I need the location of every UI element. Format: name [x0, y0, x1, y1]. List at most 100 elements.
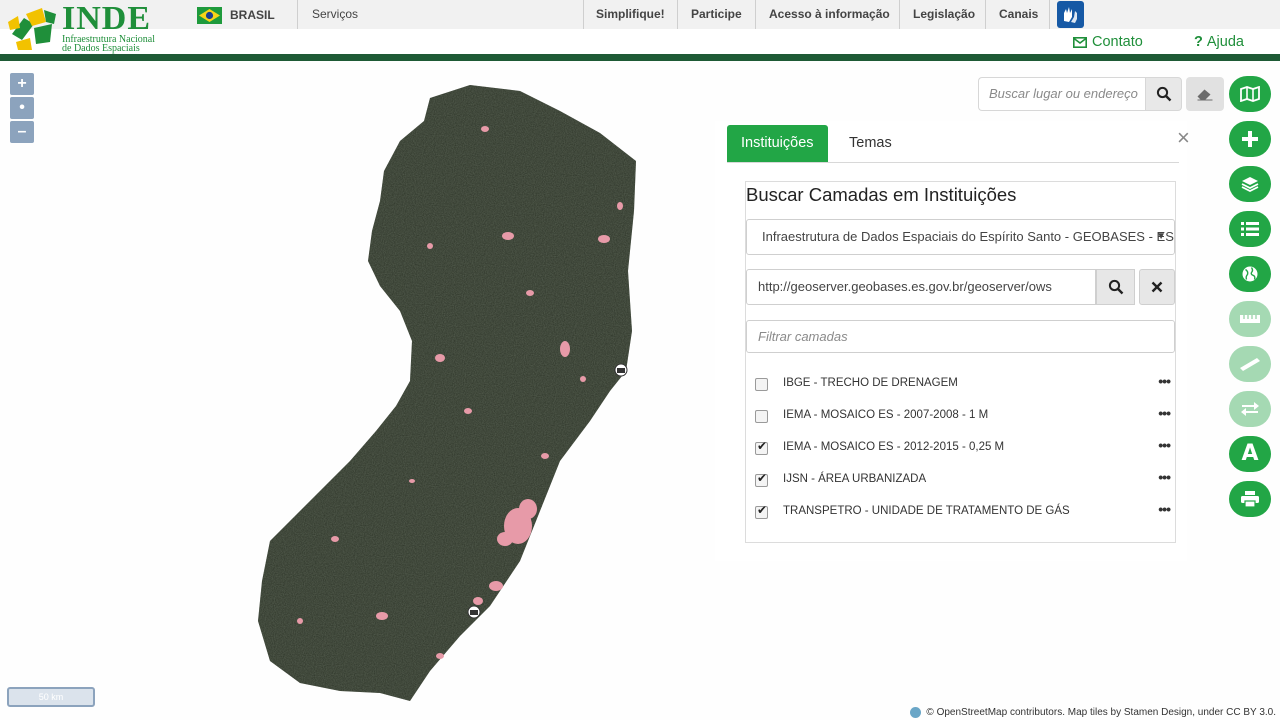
gas-unit-marker-icon[interactable]: [467, 605, 481, 619]
filter-layers-input[interactable]: Filtrar camadas: [746, 320, 1175, 353]
map-attribution: © OpenStreetMap contributors. Map tiles …: [910, 707, 1276, 718]
attribution-text: © OpenStreetMap contributors. Map tiles …: [926, 707, 1276, 718]
more-options-icon[interactable]: •••: [1158, 501, 1171, 517]
zoom-out-button[interactable]: –: [10, 121, 34, 143]
divider: [1049, 0, 1050, 29]
logo-wordmark: INDE: [62, 0, 152, 37]
close-icon: [1151, 281, 1163, 293]
nav-participe[interactable]: Participe: [691, 0, 742, 29]
check-icon: ✔: [757, 439, 768, 453]
measure-distance-button[interactable]: [1229, 346, 1271, 382]
more-options-icon[interactable]: •••: [1158, 405, 1171, 421]
help-link[interactable]: ? Ajuda: [1194, 34, 1244, 50]
scale-bar: 50 km: [7, 687, 95, 707]
nav-legislacao[interactable]: Legislação: [913, 0, 975, 29]
gas-unit-marker-icon[interactable]: [614, 363, 628, 377]
layers-icon: [1241, 177, 1259, 192]
layer-label: IEMA - MOSAICO ES - 2007-2008 - 1 M: [783, 409, 989, 421]
tab-divider: [727, 162, 1179, 163]
layer-item[interactable]: ✔ IJSN - ÁREA URBANIZADA •••: [755, 469, 1171, 491]
nav-servicos[interactable]: Serviços: [312, 0, 358, 29]
divider: [899, 0, 900, 29]
layer-checkbox[interactable]: [755, 378, 768, 391]
contact-link[interactable]: Contato: [1073, 34, 1143, 50]
institution-selected-value: Infraestrutura de Dados Espaciais do Esp…: [762, 229, 1174, 244]
divider: [297, 0, 298, 29]
tab-temas[interactable]: Temas: [835, 125, 906, 162]
clear-search-button[interactable]: [1186, 77, 1224, 111]
print-icon: [1241, 491, 1259, 507]
caret-down-icon: ▼: [1156, 231, 1166, 242]
check-icon: ✔: [757, 471, 768, 485]
hands-glyph-icon: [1064, 7, 1077, 23]
institution-select[interactable]: Infraestrutura de Dados Espaciais do Esp…: [746, 219, 1175, 255]
zoom-in-button[interactable]: +: [10, 73, 34, 95]
envelope-icon: [1073, 36, 1087, 48]
text-annotation-icon: A: [1241, 441, 1259, 466]
tab-instituicoes[interactable]: Instituições: [727, 125, 828, 162]
ruler-icon: [1240, 315, 1260, 323]
swap-button[interactable]: [1229, 391, 1271, 427]
service-url-input[interactable]: http://geoserver.geobases.es.gov.br/geos…: [746, 269, 1096, 305]
stamen-logo-icon: [910, 707, 922, 718]
check-icon: ✔: [757, 503, 768, 517]
layer-item[interactable]: ✔ TRANSPETRO - UNIDADE DE TRATAMENTO DE …: [755, 501, 1171, 523]
contact-label: Contato: [1092, 34, 1143, 50]
layer-checkbox[interactable]: [755, 410, 768, 423]
divider: [755, 0, 756, 29]
url-search-button[interactable]: [1096, 269, 1135, 305]
globe-icon: [1242, 266, 1258, 282]
site-header: INDE Infraestrutura Nacional de Dados Es…: [0, 0, 1280, 61]
layer-item[interactable]: IEMA - MOSAICO ES - 2007-2008 - 1 M •••: [755, 405, 1171, 427]
map-canvas[interactable]: + • – 50 km © OpenStreetMap contributors…: [0, 61, 1280, 720]
measure-line-icon: [1240, 358, 1260, 371]
layer-checkbox[interactable]: ✔: [755, 503, 768, 519]
layer-list-button[interactable]: [1229, 211, 1271, 247]
layer-search-panel: Instituições Temas × Buscar Camadas em I…: [715, 121, 1190, 561]
list-icon: [1241, 222, 1259, 236]
divider: [583, 0, 584, 29]
measure-area-button[interactable]: [1229, 301, 1271, 337]
help-label: Ajuda: [1206, 34, 1244, 50]
nav-acesso-informacao[interactable]: Acesso à informação: [769, 0, 890, 29]
address-search-input[interactable]: Buscar lugar ou endereço: [978, 77, 1146, 111]
question-icon: ?: [1194, 34, 1203, 50]
swap-arrows-icon: [1241, 402, 1259, 416]
nav-simplifique[interactable]: Simplifique!: [596, 0, 665, 29]
state-imagery-layer[interactable]: [0, 61, 720, 720]
more-options-icon[interactable]: •••: [1158, 373, 1171, 389]
url-clear-button[interactable]: [1139, 269, 1175, 305]
map-icon: [1240, 86, 1260, 102]
layer-item[interactable]: IBGE - TRECHO DE DRENAGEM •••: [755, 373, 1171, 395]
search-icon: [1156, 86, 1171, 102]
layer-checkbox[interactable]: ✔: [755, 471, 768, 487]
more-options-icon[interactable]: •••: [1158, 437, 1171, 453]
search-icon: [1108, 279, 1123, 295]
sign-language-icon[interactable]: [1057, 1, 1084, 28]
inde-logo[interactable]: INDE Infraestrutura Nacional de Dados Es…: [6, 2, 166, 54]
layers-button[interactable]: [1229, 166, 1271, 202]
layer-item[interactable]: ✔ IEMA - MOSAICO ES - 2012-2015 - 0,25 M…: [755, 437, 1171, 459]
brazil-flag-icon: [197, 6, 222, 24]
layer-label: IEMA - MOSAICO ES - 2012-2015 - 0,25 M: [783, 441, 1005, 453]
web-services-button[interactable]: [1229, 256, 1271, 292]
layer-checkbox[interactable]: ✔: [755, 439, 768, 455]
zoom-reset-button[interactable]: •: [10, 97, 34, 119]
plus-icon: [1242, 131, 1258, 147]
divider: [677, 0, 678, 29]
logo-subtitle-line2: de Dados Espaciais: [62, 43, 140, 54]
gov-brasil-link[interactable]: BRASIL: [197, 6, 275, 24]
add-layer-button[interactable]: [1229, 121, 1271, 157]
text-annotation-button[interactable]: A: [1229, 436, 1271, 472]
nav-canais[interactable]: Canais: [999, 0, 1038, 29]
basemap-button[interactable]: [1229, 76, 1271, 112]
address-search-button[interactable]: [1145, 77, 1182, 111]
panel-title: Buscar Camadas em Instituições: [746, 184, 1017, 205]
close-icon[interactable]: ×: [1177, 127, 1190, 149]
print-button[interactable]: [1229, 481, 1271, 517]
layer-label: IBGE - TRECHO DE DRENAGEM: [783, 377, 958, 389]
more-options-icon[interactable]: •••: [1158, 469, 1171, 485]
inde-emblem-icon: [8, 8, 56, 50]
header-rule: [0, 54, 1280, 61]
eraser-icon: [1197, 89, 1213, 101]
